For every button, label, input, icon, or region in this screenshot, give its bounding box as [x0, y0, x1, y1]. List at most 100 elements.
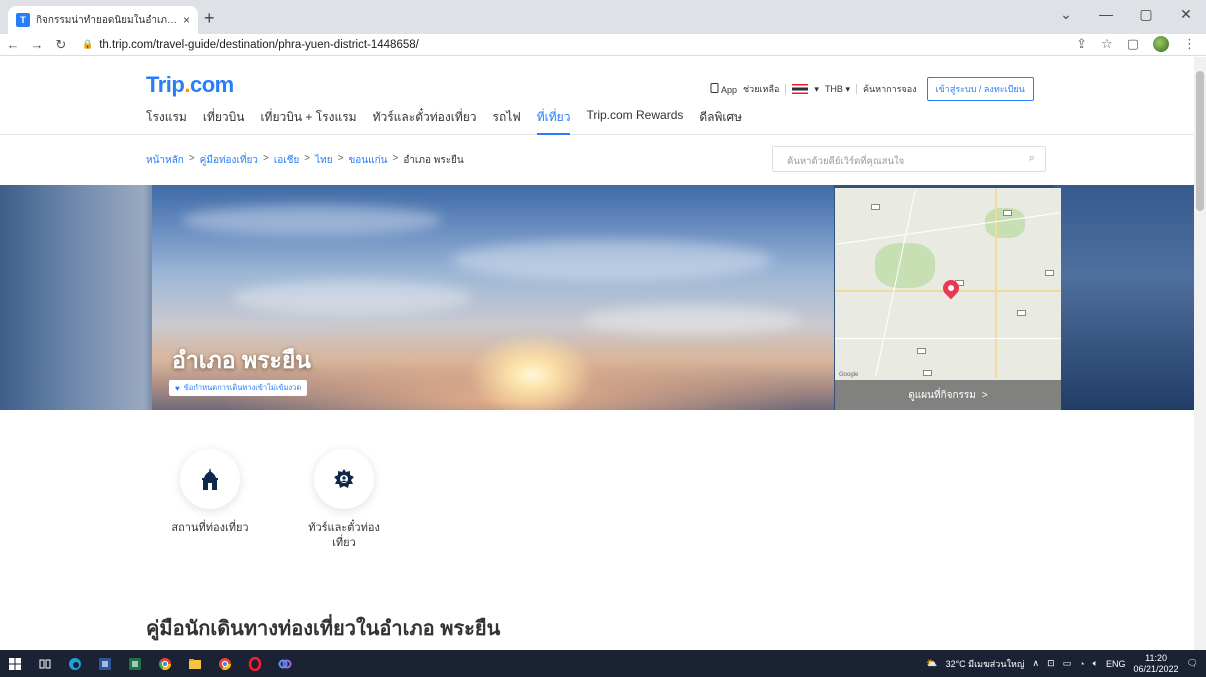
category-label: สถานที่ท่องเที่ยว	[171, 522, 249, 534]
task-view-icon[interactable]	[30, 650, 60, 677]
main-nav: โรงแรม เที่ยวบิน เที่ยวบิน + โรงแรม ทัวร์แล…	[146, 108, 742, 135]
scroll-thumb[interactable]	[1196, 71, 1204, 211]
breadcrumb-separator: >	[262, 153, 269, 164]
forward-icon[interactable]: →	[26, 37, 48, 52]
tab-title: กิจกรรมน่าทำยอดนิยมในอำเภอ พระยืน	[36, 14, 177, 26]
clock-time: 11:20	[1145, 652, 1167, 663]
tab-search-icon[interactable]: ⌄	[1046, 0, 1086, 34]
breadcrumb-link[interactable]: ไทย	[315, 153, 332, 168]
chrome-alt-icon[interactable]	[210, 650, 240, 677]
breadcrumb-link[interactable]: เอเชีย	[274, 153, 300, 168]
logo-text: Trip	[146, 72, 185, 97]
trip-favicon-icon: T	[16, 13, 30, 27]
breadcrumb: หน้าหลัก > คู่มือท่องเที่ยว > เอเชีย > ไทย > ขอน…	[146, 153, 464, 168]
url-field[interactable]: 🔒 th.trip.com/travel-guide/destination/p…	[82, 39, 419, 51]
keyword-search-input[interactable]: ค้นหาด้วยคีย์เวิร์ดที่คุณสนใจ ⌕	[772, 146, 1046, 172]
share-icon[interactable]: ⇪	[1076, 36, 1087, 52]
category-icon-circle	[180, 449, 240, 509]
nav-item[interactable]: เที่ยวบิน + โรงแรม	[260, 108, 356, 135]
system-tray: ⛅ 32°C มีเมฆส่วนใหญ่ ∧ ⊡ ▭ ◔ 🔈︎ ENG 11:2…	[926, 650, 1206, 677]
meet-icon[interactable]	[270, 650, 300, 677]
chrome-icon[interactable]	[150, 650, 180, 677]
notifications-icon[interactable]: 🗨︎	[1187, 658, 1198, 669]
nav-item[interactable]: Trip.com Rewards	[586, 108, 683, 135]
header-utilities: App ช่วยเหลือ ▾ THB ▾ ค้นหาการจอง เข้าสู…	[710, 77, 1034, 101]
volume-icon[interactable]: 🔈︎	[1093, 658, 1098, 669]
sidepanel-icon[interactable]: ▢	[1127, 36, 1139, 52]
phone-icon	[710, 83, 719, 93]
lock-icon: 🔒	[82, 39, 94, 49]
maximize-button[interactable]: ▢	[1126, 0, 1166, 34]
category-tours[interactable]: ทัวร์และตั๋วท่องเที่ยว	[284, 449, 404, 551]
category-label: ทัวร์และตั๋วท่องเที่ยว	[308, 522, 380, 549]
browser-tab[interactable]: T กิจกรรมน่าทำยอดนิยมในอำเภอ พระยืน ×	[8, 6, 198, 34]
close-tab-icon[interactable]: ×	[183, 13, 190, 27]
breadcrumb-separator: >	[188, 153, 195, 164]
login-button[interactable]: เข้าสู่ระบบ / ลงทะเบียน	[926, 77, 1034, 101]
nav-item[interactable]: ดีลพิเศษ	[699, 108, 742, 135]
map-attribution: Google	[839, 372, 859, 378]
divider	[855, 84, 857, 94]
category-icon-circle	[314, 449, 374, 509]
battery-icon[interactable]: ▭	[1063, 658, 1072, 669]
windows-start-icon[interactable]	[0, 650, 30, 677]
find-booking-link[interactable]: ค้นหาการจอง	[863, 82, 917, 96]
breadcrumb-link[interactable]: หน้าหลัก	[146, 153, 184, 168]
tab-bar: T กิจกรรมน่าทำยอดนิยมในอำเภอ พระยืน × + …	[0, 0, 1206, 34]
minimize-button[interactable]: —	[1086, 0, 1126, 34]
trip-logo[interactable]: Trip.com	[146, 72, 234, 98]
new-tab-button[interactable]: +	[204, 8, 215, 29]
window-controls: ⌄ — ▢ ✕	[1046, 0, 1206, 34]
nav-item[interactable]: รถไฟ	[493, 108, 521, 135]
windows-taskbar: ⛅ 32°C มีเมฆส่วนใหญ่ ∧ ⊡ ▭ ◔ 🔈︎ ENG 11:2…	[0, 650, 1206, 677]
bookmark-star-icon[interactable]: ☆	[1101, 36, 1113, 52]
clock[interactable]: 11:20 06/21/2022	[1134, 653, 1179, 675]
language-indicator[interactable]: ENG	[1106, 659, 1126, 669]
breadcrumb-separator: >	[337, 153, 344, 164]
travel-restriction-tag[interactable]: ♥ ข้อกำหนดการเดินทางเข้าไม่เข้มงวด	[169, 380, 308, 396]
word-icon[interactable]	[90, 650, 120, 677]
tray-app-icon[interactable]: ⊡	[1047, 658, 1055, 669]
browser-window: T กิจกรรมน่าทำยอดนิยมในอำเภอ พระยืน × + …	[0, 0, 1206, 677]
breadcrumb-link[interactable]: คู่มือท่องเที่ยว	[200, 153, 258, 168]
nav-item[interactable]: เที่ยวบิน	[203, 108, 245, 135]
guide-section-title: คู่มือนักเดินทางท่องเที่ยวในอำเภอ พระยืน	[146, 618, 501, 640]
weather-icon[interactable]: ⛅	[926, 658, 937, 669]
profile-avatar[interactable]	[1153, 36, 1169, 52]
view-activity-map-link[interactable]: ดูแผนที่กิจกรรม >	[835, 380, 1061, 410]
category-shortcuts: สถานที่ท่องเที่ยว ทัวร์และตั๋วท่องเที่ยว	[150, 449, 404, 551]
menu-dots-icon[interactable]: ⋮	[1183, 36, 1196, 52]
address-bar: ← → ↻ 🔒 th.trip.com/travel-guide/destina…	[0, 34, 1206, 56]
nav-item[interactable]: ทัวร์และตั๋วท่องเที่ยว	[373, 108, 477, 135]
search-icon[interactable]: ⌕	[1029, 152, 1035, 165]
destination-title: อำเภอ พระยืน	[172, 347, 312, 373]
mini-map[interactable]: Google ดูแผนที่กิจกรรม >	[835, 188, 1061, 410]
opera-icon[interactable]	[240, 650, 270, 677]
divider	[785, 84, 787, 94]
breadcrumb-current: อำเภอ พระยืน	[403, 155, 464, 166]
breadcrumb-link[interactable]: ขอนแก่น	[348, 153, 387, 168]
reload-icon[interactable]: ↻	[50, 37, 72, 53]
language-caret-icon[interactable]: ▾	[814, 84, 819, 95]
logo-tail: com	[189, 72, 234, 97]
wifi-icon[interactable]: ◔	[1079, 659, 1084, 669]
nav-item[interactable]: ที่เที่ยว	[536, 108, 571, 135]
heart-icon: ♥	[175, 383, 180, 393]
page-scrollbar[interactable]	[1194, 57, 1206, 650]
thai-flag-icon[interactable]	[792, 84, 809, 94]
site-header: Trip.com App ช่วยเหลือ ▾ THB ▾ ค้นหาการจ…	[0, 57, 1194, 135]
close-window-button[interactable]: ✕	[1166, 0, 1206, 34]
nav-item[interactable]: โรงแรม	[146, 108, 187, 135]
edge-icon[interactable]	[60, 650, 90, 677]
back-icon[interactable]: ←	[2, 37, 24, 52]
excel-icon[interactable]	[120, 650, 150, 677]
app-link[interactable]: App	[710, 83, 737, 95]
category-attractions[interactable]: สถานที่ท่องเที่ยว	[150, 449, 270, 551]
currency-selector[interactable]: THB ▾	[825, 84, 850, 95]
app-label: App	[721, 85, 738, 95]
help-link[interactable]: ช่วยเหลือ	[743, 82, 779, 96]
tray-chevron-icon[interactable]: ∧	[1033, 658, 1040, 669]
file-explorer-icon[interactable]	[180, 650, 210, 677]
address-bar-actions: ⇪ ☆ ▢ ⋮	[1076, 36, 1196, 52]
weather-text[interactable]: 32°C มีเมฆส่วนใหญ่	[946, 657, 1025, 671]
